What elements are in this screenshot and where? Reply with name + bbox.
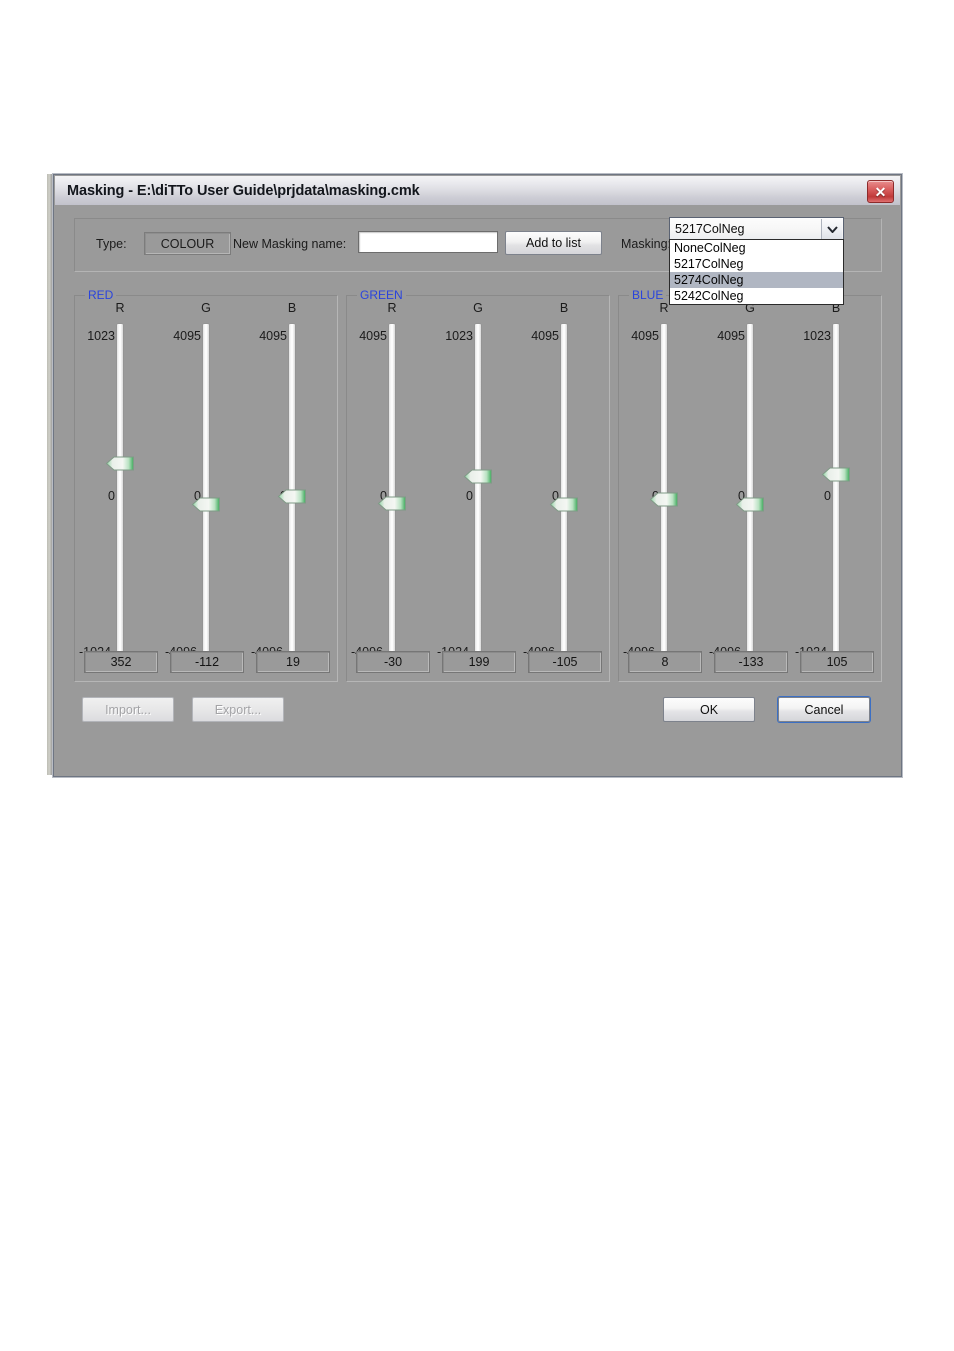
slider-tick-label: 0 xyxy=(824,489,831,503)
page-root: Masking - E:\diTTo User Guide\prjdata\ma… xyxy=(0,0,954,1351)
channel-letter: B xyxy=(287,301,297,315)
add-to-list-button[interactable]: Add to list xyxy=(505,231,602,255)
masking-combobox[interactable]: 5217ColNeg xyxy=(669,217,844,240)
masking-selected-value: 5217ColNeg xyxy=(675,221,745,236)
slider-thumb[interactable] xyxy=(463,467,493,486)
slider-tick-label: 4095 xyxy=(531,329,559,343)
type-value-field: COLOUR xyxy=(144,232,231,255)
slider-tick-label: 4095 xyxy=(359,329,387,343)
channel-column: G40950-4096-112 xyxy=(163,296,249,681)
channel-value-field[interactable]: 105 xyxy=(800,651,874,673)
channel-column: R40950-40968 xyxy=(621,296,707,681)
new-masking-name-label: New Masking name: xyxy=(233,237,347,251)
channel-column: G10230-1024199 xyxy=(435,296,521,681)
export-button[interactable]: Export... xyxy=(192,697,284,722)
slider-track[interactable] xyxy=(203,324,209,657)
channel-value-field[interactable]: 352 xyxy=(84,651,158,673)
chevron-down-icon[interactable] xyxy=(821,219,842,240)
slider-track[interactable] xyxy=(561,324,567,657)
slider-thumb[interactable] xyxy=(277,487,307,506)
slider-tick-label: 1023 xyxy=(87,329,115,343)
channel-column: B40950-4096-105 xyxy=(521,296,607,681)
import-button[interactable]: Import... xyxy=(82,697,174,722)
new-masking-name-input[interactable] xyxy=(358,231,498,253)
type-label: Type: xyxy=(96,237,127,251)
channel-column: B10230-1024105 xyxy=(793,296,879,681)
masking-option[interactable]: 5274ColNeg xyxy=(670,272,843,288)
channel-letter: R xyxy=(115,301,125,315)
slider-track[interactable] xyxy=(117,324,123,657)
channel-value-field[interactable]: 8 xyxy=(628,651,702,673)
slider-thumb[interactable] xyxy=(649,490,679,509)
slider-thumb[interactable] xyxy=(377,494,407,513)
channel-column: R10230-1024352 xyxy=(77,296,163,681)
channel-value-field[interactable]: -105 xyxy=(528,651,602,673)
channel-letter: G xyxy=(201,301,211,315)
slider-track[interactable] xyxy=(475,324,481,657)
slider-tick-label: 4095 xyxy=(173,329,201,343)
slider-thumb[interactable] xyxy=(549,495,579,514)
slider-track[interactable] xyxy=(833,324,839,657)
channel-value-field[interactable]: -133 xyxy=(714,651,788,673)
slider-thumb[interactable] xyxy=(105,454,135,473)
slider-tick-label: 1023 xyxy=(445,329,473,343)
slider-track[interactable] xyxy=(389,324,395,657)
slider-tick-label: 4095 xyxy=(259,329,287,343)
slider-tick-label: 1023 xyxy=(803,329,831,343)
masking-dialog: Masking - E:\diTTo User Guide\prjdata\ma… xyxy=(53,174,902,777)
close-icon[interactable]: ✕ xyxy=(867,180,894,203)
channel-letter: G xyxy=(473,301,483,315)
masking-label: Masking: xyxy=(621,237,672,251)
masking-dropdown-list[interactable]: NoneColNeg 5217ColNeg 5274ColNeg 5242ColNeg xyxy=(669,239,844,305)
slider-thumb[interactable] xyxy=(191,495,221,514)
channel-column: G40950-4096-133 xyxy=(707,296,793,681)
title-bar: Masking - E:\diTTo User Guide\prjdata\ma… xyxy=(55,176,900,206)
ok-button[interactable]: OK xyxy=(663,697,755,722)
window-title: Masking - E:\diTTo User Guide\prjdata\ma… xyxy=(67,182,420,199)
channel-column: R40950-4096-30 xyxy=(349,296,435,681)
slider-tick-label: 4095 xyxy=(631,329,659,343)
slider-thumb[interactable] xyxy=(735,495,765,514)
masking-option[interactable]: 5242ColNeg xyxy=(670,288,843,304)
slider-tick-label: 4095 xyxy=(717,329,745,343)
group-red: REDR10230-1024352G40950-4096-112B40950-4… xyxy=(74,288,338,682)
dialog-client-area: Type: COLOUR New Masking name: Add to li… xyxy=(55,205,900,775)
masking-option[interactable]: NoneColNeg xyxy=(670,240,843,256)
channel-value-field[interactable]: 199 xyxy=(442,651,516,673)
channel-letter: R xyxy=(387,301,397,315)
group-blue: BLUER40950-40968G40950-4096-133B10230-10… xyxy=(618,288,882,682)
cancel-button[interactable]: Cancel xyxy=(778,697,870,722)
slider-thumb[interactable] xyxy=(821,465,851,484)
channel-value-field[interactable]: -112 xyxy=(170,651,244,673)
close-glyph: ✕ xyxy=(874,183,887,200)
group-green: GREENR40950-4096-30G10230-1024199B40950-… xyxy=(346,288,610,682)
slider-tick-label: 0 xyxy=(108,489,115,503)
slider-track[interactable] xyxy=(747,324,753,657)
masking-option[interactable]: 5217ColNeg xyxy=(670,256,843,272)
channel-column: B40950-409619 xyxy=(249,296,335,681)
channel-value-field[interactable]: -30 xyxy=(356,651,430,673)
channel-value-field[interactable]: 19 xyxy=(256,651,330,673)
slider-tick-label: 0 xyxy=(466,489,473,503)
channel-letter: B xyxy=(559,301,569,315)
